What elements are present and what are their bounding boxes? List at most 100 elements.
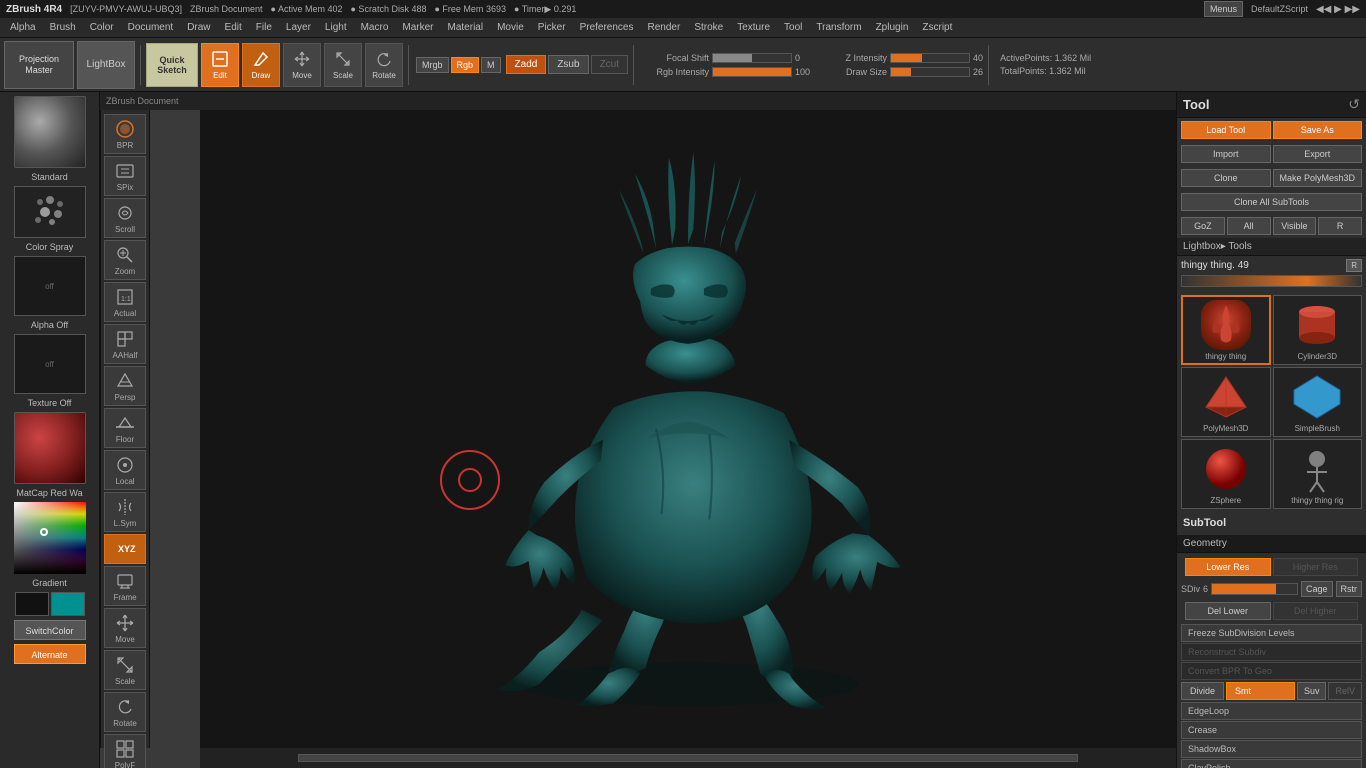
freeze-subdiv-button[interactable]: Freeze SubDivision Levels bbox=[1181, 624, 1362, 642]
alpha-thumb[interactable]: off bbox=[14, 256, 86, 316]
r-button[interactable]: R bbox=[1318, 217, 1362, 235]
rgb-button[interactable]: Rgb bbox=[451, 57, 480, 73]
clone-button[interactable]: Clone bbox=[1181, 169, 1271, 187]
lightbox-tools-header[interactable]: Lightbox▸ Tools bbox=[1177, 238, 1366, 256]
zcut-button[interactable]: Zcut bbox=[591, 55, 628, 74]
smt-button[interactable]: Smt bbox=[1226, 682, 1295, 700]
swatch-teal[interactable] bbox=[51, 592, 85, 616]
texture-thumb[interactable]: off bbox=[14, 334, 86, 394]
tool-thumb-cylinder3d[interactable]: Cylinder3D bbox=[1273, 295, 1363, 365]
polyf-button[interactable]: PolyF bbox=[104, 734, 146, 768]
suv-button[interactable]: Suv bbox=[1297, 682, 1327, 700]
edgeloop-button[interactable]: EdgeLoop bbox=[1181, 702, 1362, 720]
tool-thumb-zsphere[interactable]: ZSphere bbox=[1181, 439, 1271, 509]
menu-item-zscript[interactable]: Zscript bbox=[916, 20, 958, 35]
all-button[interactable]: All bbox=[1227, 217, 1271, 235]
switch-color-button[interactable]: SwitchColor bbox=[14, 620, 86, 640]
menu-item-edit[interactable]: Edit bbox=[219, 20, 248, 35]
matcap-red-thumb[interactable] bbox=[14, 412, 86, 484]
lbt-slider[interactable] bbox=[1181, 275, 1362, 287]
tool-thumb-polymesh3d[interactable]: PolyMesh3D bbox=[1181, 367, 1271, 437]
color-spray-thumb[interactable] bbox=[14, 186, 86, 238]
rotate-rt-button[interactable]: Rotate bbox=[104, 692, 146, 732]
color-picker[interactable] bbox=[14, 502, 86, 574]
menu-item-picker[interactable]: Picker bbox=[532, 20, 572, 35]
scroll-button[interactable]: Scroll bbox=[104, 198, 146, 238]
claypolish-button[interactable]: ClayPolish bbox=[1181, 759, 1362, 768]
relv-button[interactable]: RelV bbox=[1328, 682, 1362, 700]
quick-sketch-button[interactable]: Quick Sketch bbox=[146, 43, 198, 87]
edit-button[interactable]: Edit bbox=[201, 43, 239, 87]
focal-shift-slider[interactable] bbox=[712, 53, 792, 63]
menu-item-macro[interactable]: Macro bbox=[355, 20, 395, 35]
make-polymesh-button[interactable]: Make PolyMesh3D bbox=[1273, 169, 1363, 187]
menu-item-file[interactable]: File bbox=[250, 20, 278, 35]
local-button[interactable]: Local bbox=[104, 450, 146, 490]
sdiv-slider[interactable] bbox=[1211, 583, 1298, 595]
standard-material-thumb[interactable] bbox=[14, 96, 86, 168]
actual-button[interactable]: 1:1 Actual bbox=[104, 282, 146, 322]
menu-item-movie[interactable]: Movie bbox=[491, 20, 530, 35]
menu-item-marker[interactable]: Marker bbox=[396, 20, 439, 35]
menu-item-zplugin[interactable]: Zplugin bbox=[870, 20, 915, 35]
convert-bpr-button[interactable]: Convert BPR To Geo bbox=[1181, 662, 1362, 680]
draw-size-slider[interactable] bbox=[890, 67, 970, 77]
floor-button[interactable]: Floor bbox=[104, 408, 146, 448]
scale-button[interactable]: Scale bbox=[324, 43, 362, 87]
del-higher-button[interactable]: Del Higher bbox=[1273, 602, 1359, 620]
menus-button[interactable]: Menus bbox=[1204, 1, 1243, 17]
menu-item-transform[interactable]: Transform bbox=[810, 20, 867, 35]
reconstruct-subdiv-button[interactable]: Reconstruct Subdiv bbox=[1181, 643, 1362, 661]
tool-thumb-simplebrush[interactable]: SimpleBrush bbox=[1273, 367, 1363, 437]
load-tool-button[interactable]: Load Tool bbox=[1181, 121, 1271, 139]
lbt-r-button[interactable]: R bbox=[1346, 259, 1362, 272]
divide-button[interactable]: Divide bbox=[1181, 682, 1224, 700]
zoom-button[interactable]: Zoom bbox=[104, 240, 146, 280]
geometry-section-header[interactable]: Geometry bbox=[1177, 535, 1366, 553]
menu-item-stroke[interactable]: Stroke bbox=[688, 20, 729, 35]
frame-button[interactable]: Frame bbox=[104, 566, 146, 606]
menu-item-draw[interactable]: Draw bbox=[181, 20, 216, 35]
visible-button[interactable]: Visible bbox=[1273, 217, 1317, 235]
higher-res-button[interactable]: Higher Res bbox=[1273, 558, 1359, 576]
draw-button[interactable]: Draw bbox=[242, 43, 280, 87]
tool-thumb-thingy-rig[interactable]: thingy thing rig bbox=[1273, 439, 1363, 509]
swatch-black[interactable] bbox=[15, 592, 49, 616]
zadd-button[interactable]: Zadd bbox=[506, 55, 547, 74]
spix-button[interactable]: SPix bbox=[104, 156, 146, 196]
rotate-button[interactable]: Rotate bbox=[365, 43, 403, 87]
lightbox-button[interactable]: LightBox bbox=[77, 41, 135, 89]
rstr-button[interactable]: Rstr bbox=[1336, 581, 1363, 597]
xyz-button[interactable]: XYZ bbox=[104, 534, 146, 564]
move-button[interactable]: Move bbox=[283, 43, 321, 87]
cage-button[interactable]: Cage bbox=[1301, 581, 1333, 597]
persp-button[interactable]: Persp bbox=[104, 366, 146, 406]
save-as-button[interactable]: Save As bbox=[1273, 121, 1363, 139]
clone-all-subtools-button[interactable]: Clone All SubTools bbox=[1181, 193, 1362, 211]
menu-item-color[interactable]: Color bbox=[84, 20, 120, 35]
menu-item-alpha[interactable]: Alpha bbox=[4, 20, 42, 35]
menu-item-texture[interactable]: Texture bbox=[731, 20, 776, 35]
del-lower-button[interactable]: Del Lower bbox=[1185, 602, 1271, 620]
lsym-button[interactable]: L.Sym bbox=[104, 492, 146, 532]
export-button[interactable]: Export bbox=[1273, 145, 1363, 163]
menu-item-preferences[interactable]: Preferences bbox=[574, 20, 640, 35]
rgb-intensity-slider[interactable] bbox=[712, 67, 792, 77]
menu-item-render[interactable]: Render bbox=[642, 20, 687, 35]
z-intensity-slider[interactable] bbox=[890, 53, 970, 63]
aahalf-button[interactable]: AAHalf bbox=[104, 324, 146, 364]
zsub-button[interactable]: Zsub bbox=[548, 55, 588, 74]
lower-res-button[interactable]: Lower Res bbox=[1185, 558, 1271, 576]
menu-item-layer[interactable]: Layer bbox=[280, 20, 317, 35]
menu-item-brush[interactable]: Brush bbox=[44, 20, 82, 35]
tool-thumb-thingy[interactable]: thingy thing bbox=[1181, 295, 1271, 365]
crease-button[interactable]: Crease bbox=[1181, 721, 1362, 739]
import-button[interactable]: Import bbox=[1181, 145, 1271, 163]
goz-button[interactable]: GoZ bbox=[1181, 217, 1225, 235]
m-button[interactable]: M bbox=[481, 57, 501, 73]
menu-item-light[interactable]: Light bbox=[319, 20, 353, 35]
bpr-button[interactable]: BPR bbox=[104, 114, 146, 154]
move-rt-button[interactable]: Move bbox=[104, 608, 146, 648]
projection-master-button[interactable]: ProjectionMaster bbox=[4, 41, 74, 89]
menu-item-tool[interactable]: Tool bbox=[778, 20, 808, 35]
